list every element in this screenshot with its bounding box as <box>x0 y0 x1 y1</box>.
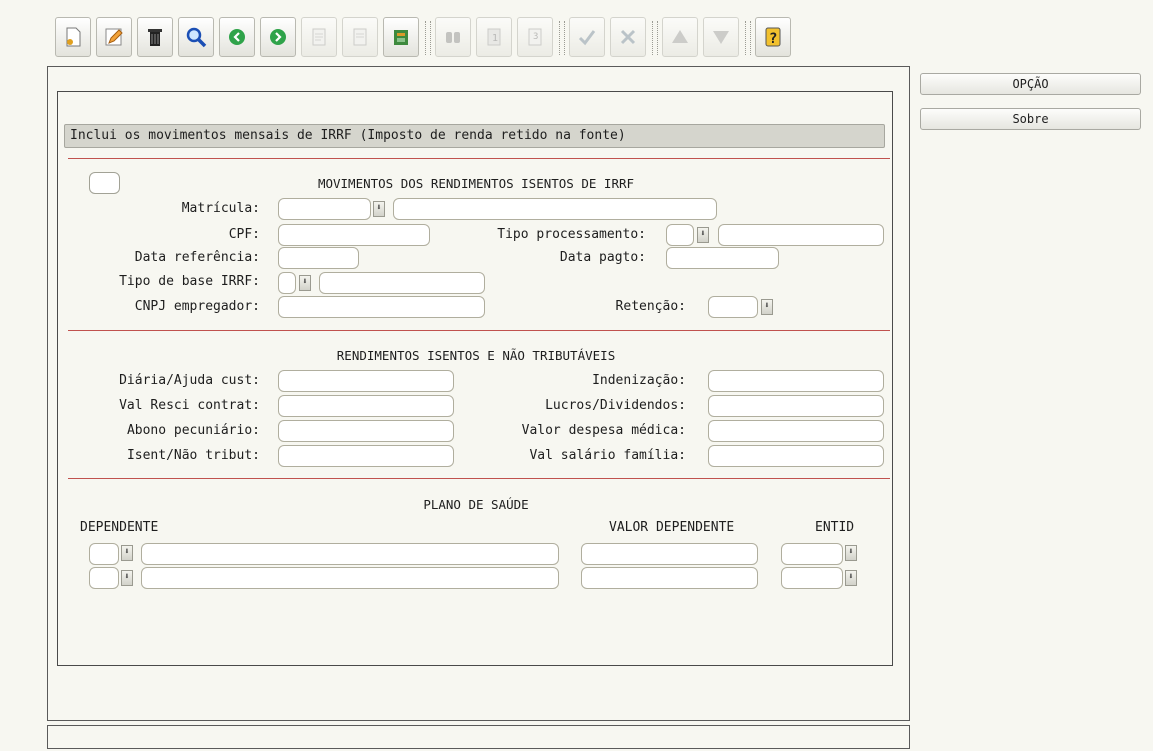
salario-familia-input[interactable] <box>708 445 884 467</box>
lucros-input[interactable] <box>708 395 884 417</box>
cnpj-label: CNPJ empregador: <box>134 299 260 314</box>
print-icon[interactable] <box>301 17 337 57</box>
data-pagto-label: Data pagto: <box>559 250 646 265</box>
diaria-label: Diária/Ajuda cust: <box>119 373 260 388</box>
valor-dependente-input[interactable] <box>581 567 758 589</box>
matricula-label: Matrícula: <box>181 201 260 216</box>
svg-text:?: ? <box>769 31 777 47</box>
dependente-name-input[interactable] <box>141 543 559 565</box>
toolbar-separator <box>425 21 431 55</box>
toolbar: 1 3 ? <box>55 17 905 59</box>
abono-label: Abono pecuniário: <box>126 423 260 438</box>
col-entid: ENTID <box>815 520 855 535</box>
cpf-label: CPF: <box>228 227 260 242</box>
despesa-medica-input[interactable] <box>708 420 884 442</box>
print-preview-icon[interactable] <box>342 17 378 57</box>
col-dependente: DEPENDENTE <box>80 520 159 535</box>
next-record-icon[interactable] <box>260 17 296 57</box>
section-title-rendimentos: RENDIMENTOS ISENTOS E NÃO TRIBUTÁVEIS <box>336 348 616 363</box>
entid-input[interactable] <box>781 567 843 589</box>
up-triangle-icon[interactable] <box>662 17 698 57</box>
indenizacao-label: Indenização: <box>592 373 686 388</box>
help-question-icon[interactable]: ? <box>755 17 791 57</box>
tipo-base-dropdown-icon[interactable]: ⬇ <box>299 275 311 291</box>
tipo-base-desc-input[interactable] <box>319 272 485 294</box>
retencao-input[interactable] <box>708 296 758 318</box>
isent-label: Isent/Não tribut: <box>126 448 260 463</box>
val-resci-input[interactable] <box>278 395 454 417</box>
svg-text:1: 1 <box>492 33 498 44</box>
tipo-processamento-label: Tipo processamento: <box>497 227 646 242</box>
cnpj-input[interactable] <box>278 296 485 318</box>
diaria-input[interactable] <box>278 370 454 392</box>
toolbar-separator <box>745 21 751 55</box>
entid-dropdown-icon[interactable]: ⬇ <box>845 570 857 586</box>
status-bar <box>47 725 910 749</box>
section-title-plano-saude: PLANO DE SAÚDE <box>423 497 529 512</box>
entid-input[interactable] <box>781 543 843 565</box>
section-divider <box>68 330 890 331</box>
tipo-processamento-dropdown-icon[interactable]: ⬇ <box>697 227 709 243</box>
description-bar: Inclui os movimentos mensais de IRRF (Im… <box>64 124 885 148</box>
dependente-code-input[interactable] <box>89 543 119 565</box>
data-pagto-input[interactable] <box>666 247 779 269</box>
isent-input[interactable] <box>278 445 454 467</box>
col-valor-dependente: VALOR DEPENDENTE <box>609 520 735 535</box>
entid-dropdown-icon[interactable]: ⬇ <box>845 545 857 561</box>
delete-trash-icon[interactable] <box>137 17 173 57</box>
previous-record-icon[interactable] <box>219 17 255 57</box>
retencao-label: Retenção: <box>615 299 686 314</box>
option-button[interactable]: OPÇÃO <box>920 73 1141 95</box>
section-title-movimentos: MOVIMENTOS DOS RENDIMENTOS ISENTOS DE IR… <box>317 176 635 191</box>
confirm-check-icon[interactable] <box>569 17 605 57</box>
matricula-input[interactable] <box>278 198 371 220</box>
retencao-dropdown-icon[interactable]: ⬇ <box>761 299 773 315</box>
valor-dependente-input[interactable] <box>581 543 758 565</box>
export-icon[interactable] <box>383 17 419 57</box>
dependente-name-input[interactable] <box>141 567 559 589</box>
despesa-medica-label: Valor despesa médica: <box>521 423 686 438</box>
dependente-code-input[interactable] <box>89 567 119 589</box>
data-referencia-input[interactable] <box>278 247 359 269</box>
cpf-input[interactable] <box>278 224 430 246</box>
matricula-name-input[interactable] <box>393 198 717 220</box>
lucros-label: Lucros/Dividendos: <box>545 398 686 413</box>
toolbar-separator <box>652 21 658 55</box>
matricula-dropdown-icon[interactable]: ⬇ <box>373 201 385 217</box>
edit-pencil-icon[interactable] <box>96 17 132 57</box>
val-resci-label: Val Resci contrat: <box>119 398 260 413</box>
page-three-icon[interactable]: 3 <box>517 17 553 57</box>
section-divider <box>68 158 890 159</box>
section-divider <box>68 478 890 479</box>
data-referencia-label: Data referência: <box>134 250 260 265</box>
binoculars-icon[interactable] <box>435 17 471 57</box>
indenizacao-input[interactable] <box>708 370 884 392</box>
dependente-dropdown-icon[interactable]: ⬇ <box>121 570 133 586</box>
select-checkbox[interactable] <box>89 172 120 194</box>
toolbar-separator <box>559 21 565 55</box>
tipo-processamento-input[interactable] <box>666 224 694 246</box>
new-icon[interactable] <box>55 17 91 57</box>
down-triangle-icon[interactable] <box>703 17 739 57</box>
about-button[interactable]: Sobre <box>920 108 1141 130</box>
salario-familia-label: Val salário família: <box>529 448 686 463</box>
dependente-dropdown-icon[interactable]: ⬇ <box>121 545 133 561</box>
svg-text:3: 3 <box>533 32 538 42</box>
abono-input[interactable] <box>278 420 454 442</box>
search-magnifier-icon[interactable] <box>178 17 214 57</box>
cancel-tools-icon[interactable] <box>610 17 646 57</box>
page-one-icon[interactable]: 1 <box>476 17 512 57</box>
tipo-processamento-desc-input[interactable] <box>718 224 884 246</box>
tipo-base-label: Tipo de base IRRF: <box>119 274 260 289</box>
tipo-base-input[interactable] <box>278 272 296 294</box>
